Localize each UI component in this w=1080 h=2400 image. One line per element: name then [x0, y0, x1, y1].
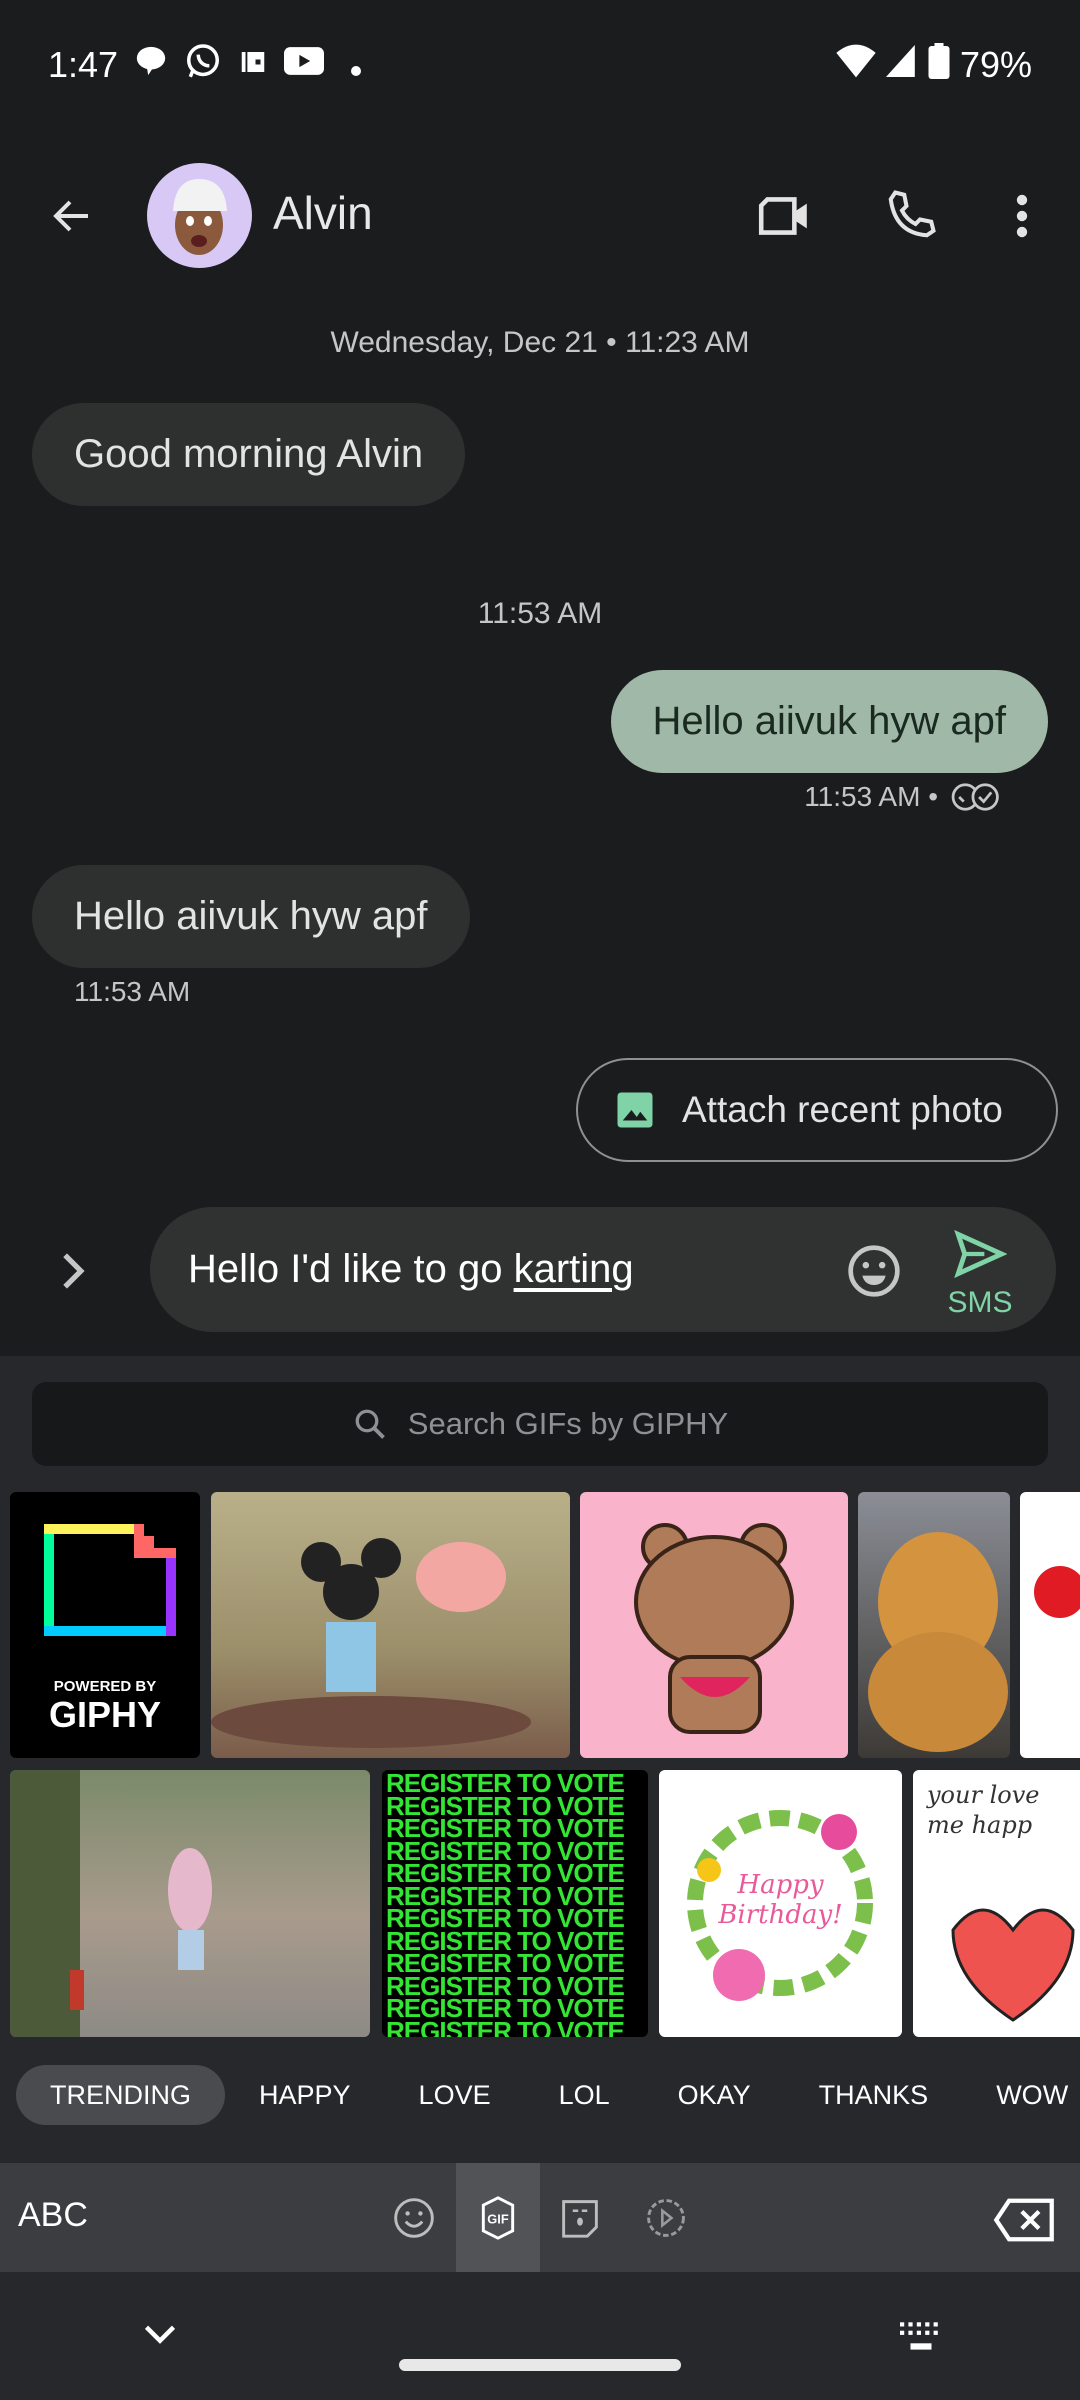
- gif-runner[interactable]: [10, 1770, 370, 2037]
- animated-sticker-tab[interactable]: [644, 2196, 688, 2245]
- gif-your-love[interactable]: your love me happ: [913, 1770, 1080, 2037]
- gif-icon: GIF: [481, 2195, 515, 2240]
- video-call-button[interactable]: [755, 190, 813, 247]
- backspace-button[interactable]: [992, 2196, 1056, 2249]
- category-thanks[interactable]: THANKS: [785, 2065, 963, 2125]
- hide-keyboard-button[interactable]: [142, 2320, 178, 2353]
- gif-search-input[interactable]: Search GIFs by GIPHY: [32, 1382, 1048, 1466]
- emoji-tab[interactable]: [392, 2196, 436, 2245]
- chevron-down-icon: [144, 2325, 176, 2344]
- category-love[interactable]: LOVE: [385, 2065, 525, 2125]
- gif-cat[interactable]: [858, 1492, 1010, 1758]
- gif-bear[interactable]: [580, 1492, 848, 1758]
- wallet-icon: [238, 44, 268, 86]
- gif-text: your love me happ: [927, 1781, 1040, 1839]
- emoji-icon: [394, 2198, 434, 2238]
- chat-bubble-icon: [134, 44, 168, 87]
- compose-text-underlined: karting: [513, 1247, 634, 1291]
- compose-text: Hello I'd like to go: [188, 1247, 514, 1291]
- signal-icon: [885, 43, 918, 88]
- whatsapp-icon: [184, 42, 222, 89]
- keyboard-switch-button[interactable]: [900, 2322, 942, 2357]
- category-okay[interactable]: OKAY: [644, 2065, 785, 2125]
- more-vert-icon: [1016, 194, 1028, 238]
- emoji-icon: [848, 1245, 900, 1297]
- battery-percent: 79%: [959, 44, 1032, 85]
- svg-text:GIF: GIF: [487, 2211, 509, 2226]
- backspace-icon: [993, 2198, 1054, 2242]
- more-options-button[interactable]: [1004, 192, 1040, 245]
- send-icon: [954, 1229, 1008, 1279]
- avatar[interactable]: [147, 163, 252, 268]
- incoming-message[interactable]: Hello aiivuk hyw apf: [32, 865, 470, 968]
- time-divider: 11:53 AM: [477, 597, 603, 630]
- category-happy[interactable]: HAPPY: [225, 2065, 385, 2125]
- chip-label: Attach recent photo: [682, 1089, 1003, 1130]
- message-timestamp: 11:53 AM •: [804, 781, 938, 812]
- incoming-message[interactable]: Good morning Alvin: [32, 403, 466, 506]
- category-lol[interactable]: LOL: [525, 2065, 644, 2125]
- dot-icon: [350, 44, 362, 86]
- image-icon: [617, 1092, 653, 1128]
- attach-recent-photo-chip[interactable]: Attach recent photo: [576, 1058, 1058, 1162]
- sticker-icon: [562, 2200, 598, 2238]
- keyboard-icon: [900, 2322, 938, 2350]
- gif-heart-partial[interactable]: [1020, 1492, 1080, 1758]
- keyboard-toolbar: [0, 2163, 1080, 2272]
- gif-register-to-vote[interactable]: REGISTER TO VOTE REGISTER TO VOTE REGISTER…: [382, 1770, 648, 2037]
- outgoing-message[interactable]: Hello aiivuk hyw apf: [610, 670, 1048, 773]
- back-button[interactable]: [48, 192, 96, 245]
- gif-happy-birthday[interactable]: Happy Birthday!: [659, 1770, 902, 2037]
- category-wow[interactable]: WOW: [962, 2065, 1080, 2125]
- gif-giphy-logo[interactable]: POWERED BY GIPHY: [10, 1492, 200, 1758]
- delivered-check-icon: [951, 783, 999, 811]
- message-timestamp: 11:53 AM: [74, 976, 191, 1007]
- home-gesture-bar[interactable]: [399, 2359, 681, 2371]
- video-call-icon: [758, 197, 807, 235]
- battery-icon: [928, 42, 950, 88]
- search-icon: [355, 1409, 385, 1439]
- date-divider: Wednesday, Dec 21 • 11:23 AM: [330, 326, 750, 359]
- emoji-button[interactable]: [846, 1243, 902, 1304]
- gif-text: Happy Birthday!: [718, 1870, 843, 1930]
- search-placeholder: Search GIFs by GIPHY: [407, 1406, 729, 1441]
- back-arrow-icon: [53, 200, 88, 232]
- message-meta: 11:53 AM •: [804, 781, 1002, 813]
- contact-name[interactable]: Alvin: [273, 186, 373, 240]
- sticker-tab[interactable]: [560, 2196, 600, 2245]
- send-label: SMS: [947, 1286, 1013, 1319]
- abc-button[interactable]: ABC: [18, 2196, 88, 2235]
- gif-minnie-cake[interactable]: [211, 1492, 570, 1758]
- phone-button[interactable]: [884, 188, 938, 247]
- phone-icon: [888, 190, 936, 238]
- wifi-icon: [836, 43, 876, 88]
- gif-categories: TRENDING HAPPY LOVE LOL OKAY THANKS WOW: [16, 2065, 1080, 2125]
- status-time: 1:47: [48, 44, 119, 85]
- category-trending[interactable]: TRENDING: [16, 2065, 225, 2125]
- animated-sticker-icon: [647, 2199, 685, 2237]
- message-input[interactable]: Hello I'd like to go karting: [150, 1207, 1056, 1332]
- gif-tab[interactable]: GIF: [456, 2163, 540, 2272]
- send-sms-button[interactable]: SMS: [940, 1229, 1020, 1320]
- chevron-right-icon: [63, 1253, 85, 1289]
- youtube-icon: [284, 44, 325, 86]
- gif-text: REGISTER TO VOTE: [386, 2015, 625, 2037]
- expand-button[interactable]: [56, 1250, 90, 1297]
- status-bar: 1:47 79%: [48, 40, 1032, 90]
- giphy-logo: [44, 1524, 176, 1636]
